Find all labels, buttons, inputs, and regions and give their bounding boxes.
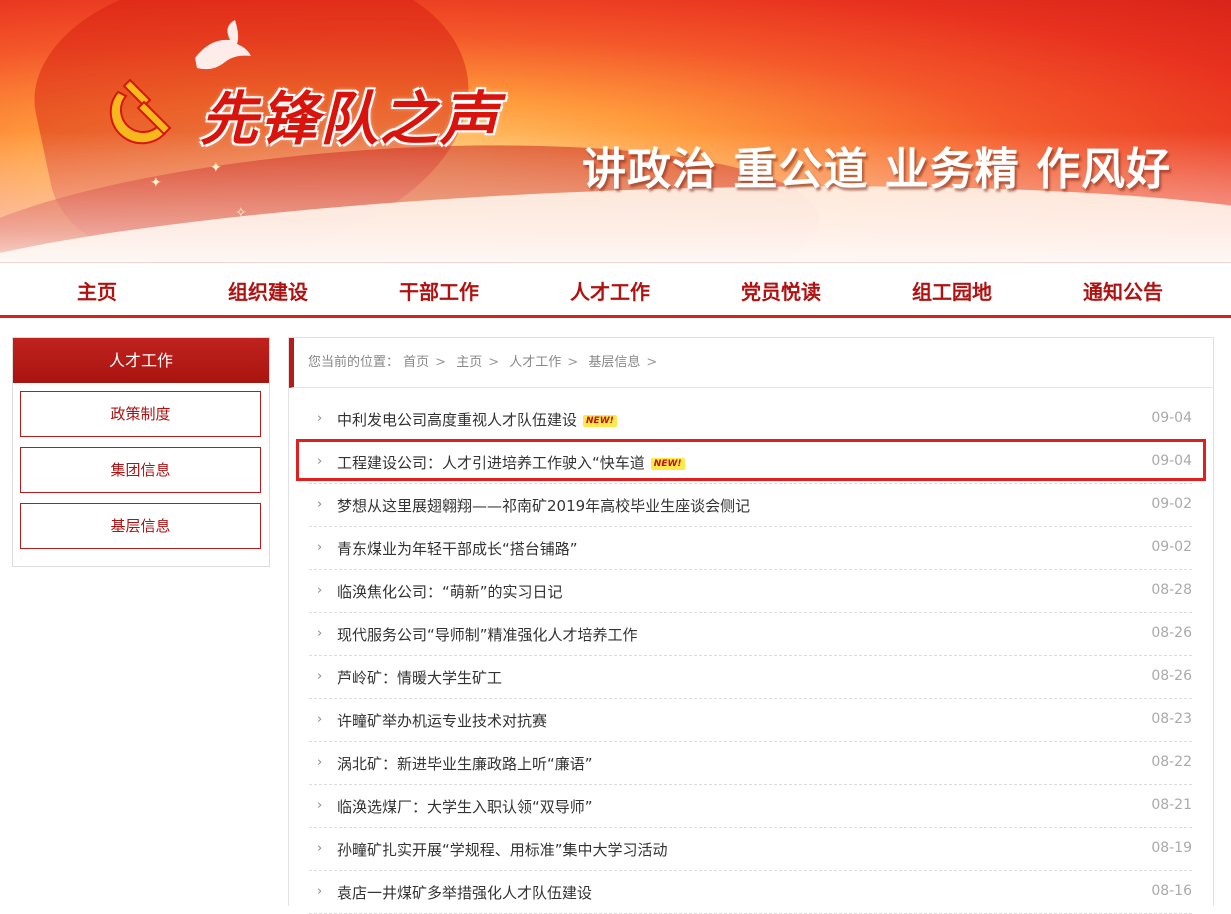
news-list-item[interactable]: › 临涣焦化公司：“萌新”的实习日记 08-28: [309, 570, 1192, 613]
news-date: 08-28: [1151, 582, 1192, 598]
news-title-link[interactable]: 工程建设公司：人才引进培养工作驶入“快车道 NEW!: [337, 452, 685, 473]
nav-item-home[interactable]: 主页: [77, 276, 117, 305]
news-date: 08-21: [1151, 797, 1192, 813]
news-title-link[interactable]: 袁店一井煤矿多举措强化人才队伍建设: [337, 882, 592, 903]
news-title-link[interactable]: 青东煤业为年轻干部成长“搭台铺路”: [337, 538, 578, 559]
banner-slogan: 讲政治 重公道 业务精 作风好: [582, 144, 1171, 195]
news-list-item[interactable]: › 许疃矿举办机运专业技术对抗赛 08-23: [309, 699, 1192, 742]
chevron-right-icon: ›: [317, 884, 323, 899]
nav-item-garden[interactable]: 组工园地: [912, 276, 992, 305]
news-date: 09-02: [1151, 539, 1192, 555]
main-content: 您当前的位置： 首页 > 主页 > 人才工作 > 基层信息 > › 中利发电公司高度重视人…: [288, 337, 1214, 914]
site-logo-text: 先锋队之声: [200, 85, 501, 153]
new-badge: NEW!: [650, 457, 685, 470]
chevron-right-icon: ›: [317, 798, 323, 813]
news-title-link[interactable]: 梦想从这里展翅翱翔——祁南矿2019年高校毕业生座谈会侧记: [337, 495, 750, 516]
sparkle-icon: ✧: [235, 205, 247, 221]
sidebar-item-policy[interactable]: 政策制度: [20, 391, 261, 437]
breadcrumb-link-main[interactable]: 主页: [456, 355, 482, 370]
news-date: 08-16: [1151, 883, 1192, 899]
news-list-item[interactable]: › 青东煤业为年轻干部成长“搭台铺路” 09-02: [309, 527, 1192, 570]
news-list-item[interactable]: › 袁店一井煤矿多举措强化人才队伍建设 08-16: [309, 871, 1192, 914]
news-date: 08-26: [1151, 625, 1192, 641]
nav-item-notices[interactable]: 通知公告: [1083, 276, 1163, 305]
news-title-link[interactable]: 孙疃矿扎实开展“学规程、用标准”集中大学习活动: [337, 839, 668, 860]
breadcrumb-link-talent[interactable]: 人才工作: [509, 355, 561, 370]
chevron-right-icon: ›: [317, 626, 323, 641]
news-date: 08-22: [1151, 754, 1192, 770]
hammer-sickle-emblem-icon: [109, 78, 172, 145]
chevron-right-icon: ›: [317, 712, 323, 727]
breadcrumb-prefix: 您当前的位置：: [308, 355, 400, 370]
sparkle-icon: ✦: [210, 160, 222, 176]
news-list-item[interactable]: › 涡北矿：新进毕业生廉政路上听“廉语” 08-22: [309, 742, 1192, 785]
sidebar-item-grassroots-info[interactable]: 基层信息: [20, 503, 261, 549]
chevron-right-icon: ›: [317, 454, 323, 469]
news-list-item[interactable]: › 中利发电公司高度重视人才队伍建设 NEW! 09-04: [309, 398, 1192, 441]
news-title-link[interactable]: 许疃矿举办机运专业技术对抗赛: [337, 710, 547, 731]
breadcrumb-link-home[interactable]: 首页: [403, 355, 429, 370]
news-date: 08-19: [1151, 840, 1192, 856]
news-date: 09-04: [1151, 410, 1192, 426]
sidebar-title: 人才工作: [13, 338, 269, 383]
dove-icon: [195, 20, 251, 70]
news-list-item[interactable]: › 临涣选煤厂：大学生入职认领“双导师” 08-21: [309, 785, 1192, 828]
sidebar-item-group-info[interactable]: 集团信息: [20, 447, 261, 493]
news-title-link[interactable]: 现代服务公司“导师制”精准强化人才培养工作: [337, 624, 638, 645]
news-list-item[interactable]: › 现代服务公司“导师制”精准强化人才培养工作 08-26: [309, 613, 1192, 656]
news-list-item[interactable]: › 梦想从这里展翅翱翔——祁南矿2019年高校毕业生座谈会侧记 09-02: [309, 484, 1192, 527]
breadcrumb-link-grassroots[interactable]: 基层信息: [588, 355, 640, 370]
chevron-right-icon: ›: [317, 669, 323, 684]
header-banner: ✦ ✦ ✧ 先锋队之声 讲政治 重公道 业务精 作风好: [0, 0, 1231, 262]
chevron-right-icon: ›: [317, 411, 323, 426]
chevron-right-icon: ›: [317, 583, 323, 598]
news-date: 09-02: [1151, 496, 1192, 512]
main-navigation: 主页 组织建设 干部工作 人才工作 党员悦读 组工园地 通知公告: [0, 262, 1231, 318]
news-title-link[interactable]: 中利发电公司高度重视人才队伍建设 NEW!: [337, 409, 617, 430]
news-list-item[interactable]: › 孙疃矿扎实开展“学规程、用标准”集中大学习活动 08-19: [309, 828, 1192, 871]
news-title-link[interactable]: 涡北矿：新进毕业生廉政路上听“廉语”: [337, 753, 593, 774]
nav-item-talent-work[interactable]: 人才工作: [570, 276, 650, 305]
sidebar: 人才工作 政策制度 集团信息 基层信息: [12, 337, 270, 567]
chevron-right-icon: ›: [317, 841, 323, 856]
news-date: 08-23: [1151, 711, 1192, 727]
news-title-link[interactable]: 临涣选煤厂：大学生入职认领“双导师”: [337, 796, 593, 817]
news-list-item[interactable]: › 工程建设公司：人才引进培养工作驶入“快车道 NEW! 09-04: [309, 441, 1192, 484]
nav-item-organization[interactable]: 组织建设: [228, 276, 308, 305]
nav-item-cadre-work[interactable]: 干部工作: [399, 276, 479, 305]
news-date: 08-26: [1151, 668, 1192, 684]
news-list: › 中利发电公司高度重视人才队伍建设 NEW! 09-04 › 工程建设公司：人才引进培养…: [309, 398, 1192, 914]
nav-item-member-reading[interactable]: 党员悦读: [741, 276, 821, 305]
news-list-item[interactable]: › 芦岭矿：情暖大学生矿工 08-26: [309, 656, 1192, 699]
sparkle-icon: ✦: [150, 175, 162, 191]
news-title-link[interactable]: 临涣焦化公司：“萌新”的实习日记: [337, 581, 563, 602]
chevron-right-icon: ›: [317, 497, 323, 512]
breadcrumb: 您当前的位置： 首页 > 主页 > 人才工作 > 基层信息 >: [289, 338, 1213, 388]
news-title-link[interactable]: 芦岭矿：情暖大学生矿工: [337, 667, 502, 688]
new-badge: NEW!: [583, 414, 617, 427]
news-date: 09-04: [1151, 453, 1192, 469]
chevron-right-icon: ›: [317, 755, 323, 770]
chevron-right-icon: ›: [317, 540, 323, 555]
